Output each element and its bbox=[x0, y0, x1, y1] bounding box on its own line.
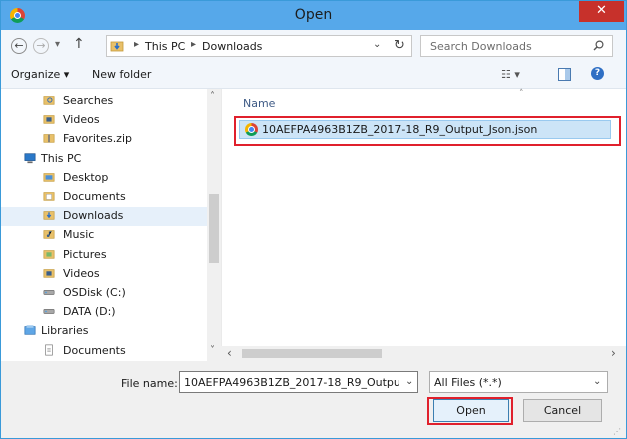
open-highlight-box bbox=[427, 397, 513, 425]
preview-pane-icon[interactable] bbox=[558, 68, 571, 81]
file-name-field[interactable]: 10AEFPA4963B1ZB_2017-18_R9_Output_Json. … bbox=[179, 371, 418, 393]
search-folder-icon bbox=[43, 96, 55, 105]
sidebar-item-label: This PC bbox=[41, 151, 82, 165]
computer-icon bbox=[24, 152, 36, 163]
name-column-header[interactable]: Name bbox=[243, 97, 275, 110]
sidebar-item-desktop[interactable]: Desktop bbox=[1, 169, 207, 188]
scroll-up-arrow[interactable]: ˄ bbox=[210, 91, 215, 102]
file-list-horizontal-scrollbar[interactable]: ‹ › bbox=[221, 346, 626, 361]
sidebar-item-documents[interactable]: Documents bbox=[1, 188, 207, 207]
libraries-icon bbox=[24, 325, 36, 336]
cancel-button[interactable]: Cancel bbox=[523, 399, 602, 422]
file-highlight-box bbox=[234, 116, 621, 146]
sidebar-item-label: Desktop bbox=[63, 170, 109, 184]
command-toolbar: Organize ▾ New folder ☷ ▾ ? bbox=[1, 62, 626, 89]
document-icon bbox=[45, 344, 53, 356]
sidebar-item-data-d[interactable]: DATA (D:) bbox=[1, 303, 207, 322]
new-folder-button[interactable]: New folder bbox=[92, 68, 151, 81]
sidebar-item-label: OSDisk (C:) bbox=[63, 286, 126, 299]
sidebar-item-label: Pictures bbox=[63, 247, 107, 261]
chevron-down-icon[interactable]: ⌄ bbox=[405, 376, 413, 387]
sidebar-item-videos[interactable]: Videos bbox=[1, 111, 207, 130]
forward-button[interactable]: → bbox=[33, 38, 49, 54]
music-folder-icon bbox=[43, 230, 55, 240]
zip-folder-icon bbox=[43, 134, 55, 144]
navigation-pane: Searches Videos Favorites.zip This PC Deskto… bbox=[1, 89, 221, 361]
breadcrumb-separator: ▸ bbox=[134, 39, 140, 50]
pictures-folder-icon bbox=[43, 249, 55, 259]
sidebar-item-pictures[interactable]: Pictures bbox=[1, 246, 207, 265]
breadcrumb-this-pc[interactable]: This PC bbox=[145, 40, 185, 53]
window-title: Open bbox=[294, 7, 333, 23]
sidebar-item-osdisk-c[interactable]: OSDisk (C:) bbox=[1, 284, 207, 303]
open-dialog: Open ✕ ← → ▾ ↑ ▸ This PC ▸ Downloads ⌄ ↻… bbox=[0, 0, 627, 439]
sidebar-item-favorites-zip[interactable]: Favorites.zip bbox=[1, 130, 207, 149]
videos-folder-icon bbox=[43, 115, 55, 124]
scroll-right-arrow[interactable]: › bbox=[611, 346, 616, 360]
up-button[interactable]: ↑ bbox=[73, 36, 85, 52]
address-field[interactable]: ▸ This PC ▸ Downloads ⌄ ↻ bbox=[106, 35, 412, 57]
file-name-input[interactable]: 10AEFPA4963B1ZB_2017-18_R9_Output_Json. bbox=[184, 376, 399, 389]
file-type-value: All Files (*.*) bbox=[434, 376, 502, 389]
refresh-button[interactable]: ↻ bbox=[394, 38, 405, 53]
sort-ascending-indicator: ˄ bbox=[519, 89, 524, 99]
close-button[interactable]: ✕ bbox=[579, 1, 624, 22]
scrollbar-thumb[interactable] bbox=[209, 194, 219, 263]
sidebar-item-label: Libraries bbox=[41, 324, 89, 338]
sidebar-item-searches[interactable]: Searches bbox=[1, 92, 207, 111]
downloads-folder-icon bbox=[43, 211, 55, 220]
recent-locations-dropdown[interactable]: ▾ bbox=[55, 39, 60, 50]
address-bar-row: ← → ▾ ↑ ▸ This PC ▸ Downloads ⌄ ↻ Search… bbox=[1, 30, 626, 62]
back-button[interactable]: ← bbox=[11, 38, 27, 54]
sidebar-item-libraries[interactable]: Libraries bbox=[1, 322, 207, 341]
file-name-label: File name: bbox=[121, 377, 178, 390]
sidebar-item-this-pc[interactable]: This PC bbox=[1, 150, 207, 169]
sidebar-item-label: Documents bbox=[63, 343, 126, 357]
downloads-folder-icon bbox=[110, 41, 124, 52]
videos-folder-icon bbox=[43, 269, 55, 278]
drive-icon bbox=[43, 289, 55, 295]
sidebar-item-downloads[interactable]: Downloads bbox=[1, 207, 207, 227]
sidebar-item-label: Videos bbox=[63, 266, 100, 280]
sidebar-item-videos[interactable]: Videos bbox=[1, 265, 207, 284]
sidebar-item-label: DATA (D:) bbox=[63, 305, 116, 319]
sidebar-item-music[interactable]: Music bbox=[1, 226, 207, 245]
sidebar-item-label: Searches bbox=[63, 94, 114, 107]
search-input[interactable]: Search Downloads bbox=[430, 40, 532, 53]
scroll-left-arrow[interactable]: ‹ bbox=[227, 346, 232, 360]
search-icon[interactable] bbox=[593, 40, 604, 51]
navigation-vertical-scrollbar[interactable]: ˄ ˅ bbox=[207, 89, 221, 361]
search-box[interactable]: Search Downloads bbox=[420, 35, 613, 57]
horizontal-scrollbar-thumb[interactable] bbox=[242, 349, 382, 358]
chevron-down-icon[interactable]: ⌄ bbox=[593, 376, 601, 387]
sidebar-item-label: Favorites.zip bbox=[63, 132, 132, 146]
help-button[interactable]: ? bbox=[591, 67, 604, 80]
sidebar-item-label: Documents bbox=[63, 190, 126, 203]
sidebar-item-label: Downloads bbox=[63, 209, 124, 223]
change-view-button[interactable]: ☷ ▾ bbox=[501, 68, 520, 81]
documents-folder-icon bbox=[43, 192, 55, 201]
sidebar-item-documents[interactable]: Documents bbox=[1, 342, 207, 361]
file-type-select[interactable]: All Files (*.*) ⌄ bbox=[429, 371, 608, 393]
breadcrumb-downloads[interactable]: Downloads bbox=[202, 40, 262, 53]
organize-menu-button[interactable]: Organize ▾ bbox=[11, 68, 69, 81]
dialog-footer: File name: 10AEFPA4963B1ZB_2017-18_R9_Ou… bbox=[1, 361, 626, 438]
drive-icon bbox=[43, 309, 55, 315]
sidebar-item-label: Videos bbox=[63, 113, 100, 127]
scroll-down-arrow[interactable]: ˅ bbox=[210, 345, 215, 356]
title-bar: Open ✕ bbox=[1, 1, 626, 30]
address-history-dropdown[interactable]: ⌄ bbox=[373, 39, 381, 50]
desktop-folder-icon bbox=[43, 173, 55, 182]
sidebar-item-label: Music bbox=[63, 228, 95, 242]
resize-grip[interactable]: ⋰ bbox=[613, 427, 621, 436]
breadcrumb-separator: ▸ bbox=[191, 39, 197, 50]
